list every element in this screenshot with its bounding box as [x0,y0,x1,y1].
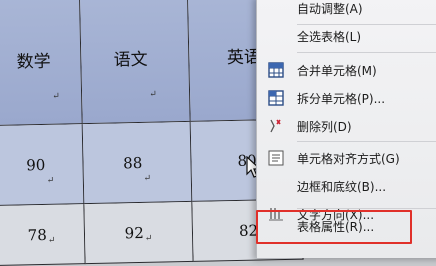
cell-value: 88 [123,153,143,172]
highlight-box [256,210,412,244]
paragraph-mark: ↵ [52,91,60,102]
header-math: 数学 [16,51,51,73]
document-table: 数学↵ 语文↵ 英语 90↵ 88↵ 80 78↵ 92↵ 82 [0,0,304,266]
paragraph-mark: ↵ [144,233,153,244]
paragraph-mark: ↵ [149,89,157,100]
menu-item-borders-shading[interactable]: 边框和底纹(B)... [257,174,436,198]
menu-item-delete-column[interactable]: 删除列(D) [257,114,436,138]
paragraph-mark: ↵ [47,235,56,246]
paragraph-mark: ↵ [46,175,55,186]
table-header-cell[interactable]: 数学 ↵ [0,0,83,126]
split-cells-icon [263,89,289,107]
menu-item-label: 删除列(D) [297,119,352,134]
paragraph-mark: ↵ [143,173,152,184]
menu-item-label: 单元格对齐方式(G) [297,151,400,166]
table-header-cell[interactable]: 语文 ↵ [79,0,191,125]
menu-item-split-cells[interactable]: 拆分单元格(P)... [257,86,436,110]
menu-item-merge-cells[interactable]: 合并单元格(M) [257,58,436,82]
menu-item-label: 合并单元格(M) [297,63,377,78]
menu-separator [297,208,436,209]
menu-separator [297,52,436,53]
menu-item-select-table[interactable]: 全选表格(L) [257,24,436,48]
cell-value: 92 [124,223,144,242]
header-chinese: 语文 [113,49,148,71]
menu-item-label: 边框和底纹(B)... [297,179,387,194]
table-cell[interactable]: 92 ↵ [84,201,194,265]
menu-item-label: 自动调整(A) [297,1,363,16]
table-cell[interactable]: 90 ↵ [0,124,85,206]
cell-value: 78 [27,225,47,244]
delete-column-icon [263,117,289,135]
menu-item-label: 全选表格(L) [297,29,362,44]
table-cell[interactable]: 88 ↵ [82,121,193,205]
cell-align-icon [263,149,289,167]
cell-value: 90 [26,155,46,174]
menu-separator [297,141,436,142]
menu-item-cell-alignment[interactable]: 单元格对齐方式(G) [257,146,436,170]
menu-item-label: 拆分单元格(P)... [297,91,386,106]
table-cell[interactable]: 78 ↵ [0,204,86,266]
merge-cells-icon [263,61,289,79]
menu-item-auto-fit[interactable]: 自动调整(A) [257,0,436,20]
